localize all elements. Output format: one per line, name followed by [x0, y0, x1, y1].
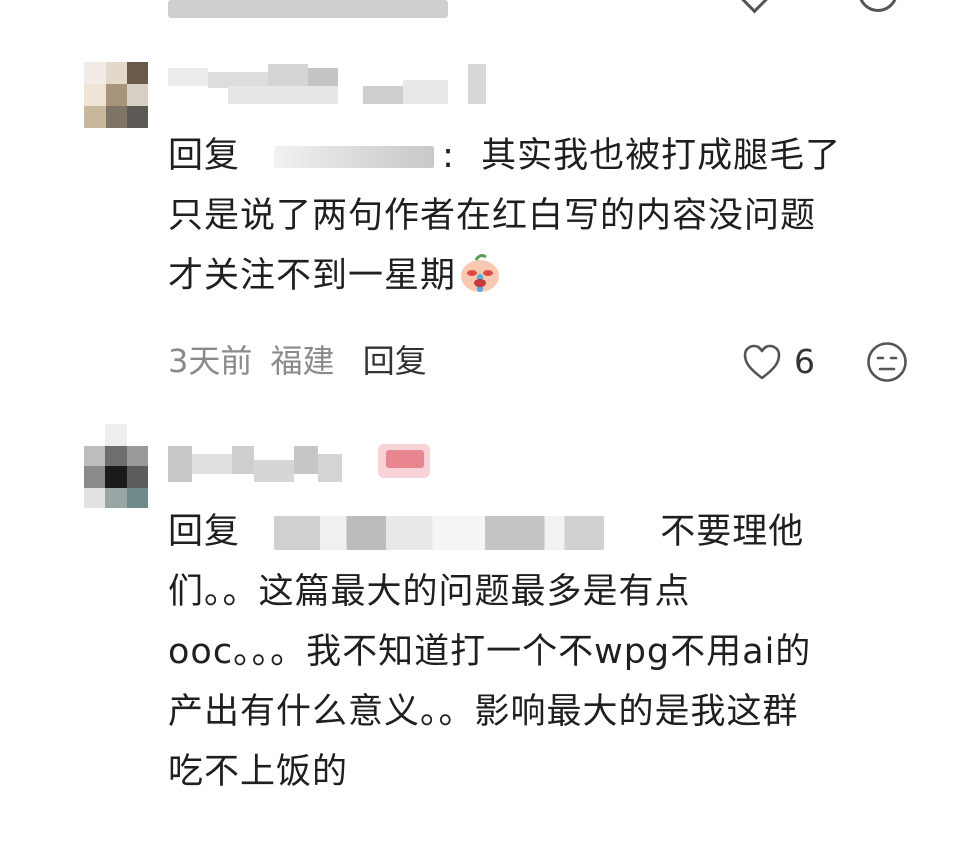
comment-line-text: 不要理他 [660, 512, 805, 552]
dislike-face-icon[interactable] [866, 341, 908, 383]
reply-prefix: 回复 [168, 512, 241, 552]
reply-prefix: 回复 [168, 136, 241, 176]
comment-text: 回复 不要理他 们。。这篇最大的问题最多是有点 ooc。。。我不知道打一个不wp… [168, 502, 928, 802]
comment-line: 只是说了两句作者在红白写的内容没问题 [168, 196, 817, 236]
username[interactable] [168, 440, 448, 488]
comment-line: 们。。这篇最大的问题最多是有点 [168, 572, 691, 612]
heart-outline-icon [743, 344, 781, 380]
comment-line: 回复 不要理他 [168, 502, 928, 562]
comment-time: 3天前 [168, 342, 253, 380]
mentioned-user[interactable] [274, 516, 605, 550]
comment-line: 才关注不到一星期 [168, 246, 928, 306]
comment-line: 回复 : 其实我也被打成腿毛了 [168, 126, 928, 186]
avatar[interactable] [84, 424, 148, 508]
dislike-face-icon[interactable] [858, 0, 898, 12]
chevron-down-icon[interactable] [739, 0, 770, 14]
reply-button[interactable]: 回复 [363, 342, 427, 380]
like-count: 6 [794, 342, 815, 381]
separator: : [442, 136, 455, 176]
username[interactable] [168, 64, 488, 106]
avatar[interactable] [84, 62, 148, 128]
comment-line: 产出有什么意义。。影响最大的是我这群 [168, 692, 799, 732]
comment-text: 回复 : 其实我也被打成腿毛了 只是说了两句作者在红白写的内容没问题 才关注不到… [168, 126, 928, 306]
comment-line: ooc。。。我不知道打一个不wpg不用ai的 [168, 632, 812, 672]
comment-line-text: 才关注不到一星期 [168, 256, 457, 296]
comment-meta: 3天前 福建 回复 [168, 336, 427, 386]
comment-line: 吃不上饭的 [168, 752, 349, 792]
mentioned-user[interactable] [274, 146, 435, 168]
previous-comment-text-cutoff [168, 0, 468, 18]
crying-face-emoji [461, 254, 500, 292]
comment-line-text: 其实我也被打成腿毛了 [481, 136, 842, 176]
comment-location: 福建 [270, 342, 335, 380]
like-button[interactable]: 6 [742, 340, 815, 384]
